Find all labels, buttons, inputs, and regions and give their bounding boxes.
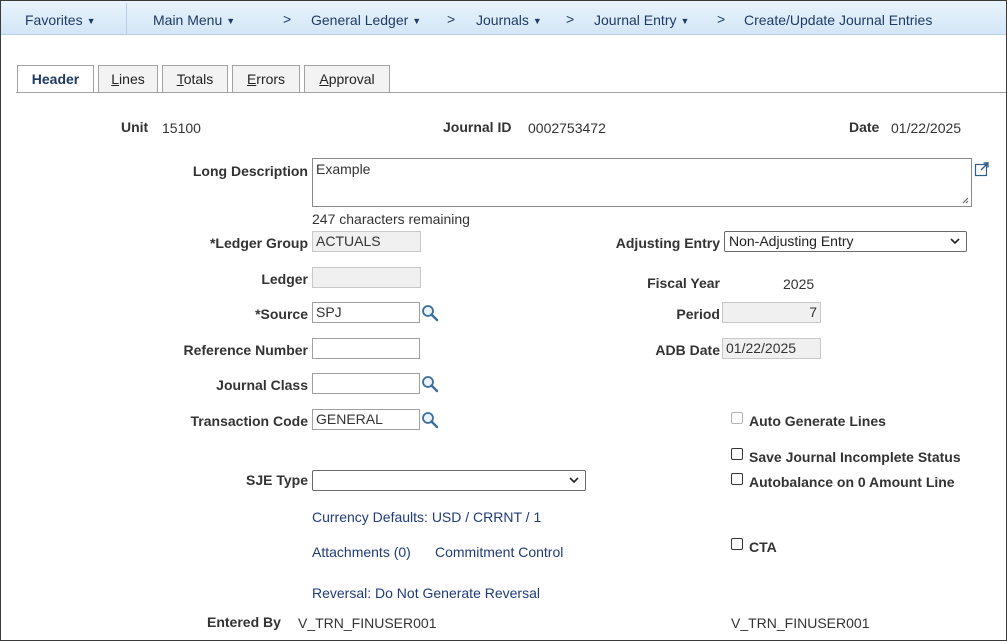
lookup-icon[interactable] xyxy=(421,375,439,393)
journals-label: Journals xyxy=(476,12,529,28)
main-menu-label: Main Menu xyxy=(153,12,223,28)
journal-id-label: Journal ID xyxy=(443,119,512,135)
period-label: Period xyxy=(676,306,720,322)
commitment-control-link[interactable]: Commitment Control xyxy=(435,544,563,560)
tab-errors[interactable]: Errors xyxy=(232,65,300,92)
general-ledger-menu[interactable]: General Ledger ▼ xyxy=(311,12,421,28)
tab-errors-label: rrors xyxy=(256,71,286,87)
date-value: 01/22/2025 xyxy=(891,120,962,136)
unit-label: Unit xyxy=(121,119,149,135)
breadcrumb-separator: > xyxy=(447,11,456,27)
favorites-label: Favorites xyxy=(25,12,83,28)
chevron-down-icon: ▼ xyxy=(532,16,542,26)
save-incomplete-label: Save Journal Incomplete Status xyxy=(749,449,961,465)
breadcrumb-separator: > xyxy=(283,11,292,27)
chevron-down-icon: ▼ xyxy=(86,16,96,26)
reference-number-input[interactable] xyxy=(312,338,420,359)
tab-errors-accesskey: E xyxy=(246,71,257,87)
tab-lines[interactable]: Lines xyxy=(98,65,158,92)
tab-lines-accesskey: L xyxy=(111,71,120,87)
chevron-down-icon xyxy=(569,477,579,484)
chevron-down-icon: ▼ xyxy=(226,16,236,26)
reversal-link[interactable]: Reversal: Do Not Generate Reversal xyxy=(312,585,540,601)
autobalance-checkbox[interactable] xyxy=(731,473,743,485)
breadcrumb-separator: > xyxy=(566,11,575,27)
journal-entry-label: Journal Entry xyxy=(594,12,677,28)
journal-entry-menu[interactable]: Journal Entry ▼ xyxy=(594,12,689,28)
unit-value: 15100 xyxy=(162,120,201,136)
favorites-menu[interactable]: Favorites ▼ xyxy=(25,12,96,28)
auto-generate-lines-label: Auto Generate Lines xyxy=(749,413,886,429)
lookup-icon[interactable] xyxy=(421,304,439,322)
cta-checkbox[interactable] xyxy=(731,538,743,550)
date-label: Date xyxy=(849,119,880,135)
attachments-link[interactable]: Attachments (0) xyxy=(312,544,411,560)
cta-label: CTA xyxy=(749,539,777,555)
auto-generate-lines-checkbox[interactable] xyxy=(731,412,743,424)
sje-type-label: SJE Type xyxy=(246,472,308,488)
journal-class-label: Journal Class xyxy=(216,377,308,393)
entered-by-name: V_TRN_FINUSER001 xyxy=(731,615,870,631)
breadcrumb: Favorites ▼ Main Menu ▼ > General Ledger ▼ … xyxy=(1,1,1006,35)
journals-menu[interactable]: Journals ▼ xyxy=(476,12,542,28)
resize-grip-icon[interactable] xyxy=(962,197,969,204)
entered-by-value: V_TRN_FINUSER001 xyxy=(298,615,437,631)
tab-approval-accesskey: A xyxy=(319,71,329,87)
tab-approval-label: pproval xyxy=(328,71,375,87)
save-incomplete-checkbox[interactable] xyxy=(731,448,743,460)
adb-date-label: ADB Date xyxy=(655,342,720,358)
lookup-icon[interactable] xyxy=(421,411,439,429)
journal-class-input[interactable] xyxy=(312,373,420,394)
adjusting-entry-value: Non-Adjusting Entry xyxy=(729,233,854,249)
general-ledger-label: General Ledger xyxy=(311,12,409,28)
transaction-code-input[interactable]: GENERAL xyxy=(312,409,420,430)
chevron-down-icon: ▼ xyxy=(412,16,422,26)
ledger-label: Ledger xyxy=(261,271,308,287)
expand-icon[interactable] xyxy=(974,161,990,177)
fiscal-year-label: Fiscal Year xyxy=(647,275,720,291)
tab-underline xyxy=(16,92,1006,93)
tab-lines-label: ines xyxy=(119,71,145,87)
journal-id-value: 0002753472 xyxy=(528,120,606,136)
period-field[interactable]: 7 xyxy=(722,302,821,323)
adjusting-entry-select[interactable]: Non-Adjusting Entry xyxy=(724,231,967,252)
breadcrumb-current[interactable]: Create/Update Journal Entries xyxy=(744,12,932,28)
chevron-down-icon xyxy=(950,238,960,245)
source-input[interactable]: SPJ xyxy=(312,302,420,323)
long-description-label: Long Description xyxy=(192,163,308,179)
chevron-down-icon: ▼ xyxy=(680,16,690,26)
fiscal-year-value: 2025 xyxy=(783,276,815,292)
tab-totals[interactable]: Totals xyxy=(162,65,228,92)
autobalance-label: Autobalance on 0 Amount Line xyxy=(749,474,955,490)
ledger-field[interactable] xyxy=(312,267,421,288)
chars-remaining: 247 characters remaining xyxy=(312,211,470,227)
tab-header[interactable]: Header xyxy=(17,65,94,93)
entered-by-label: Entered By xyxy=(207,614,281,630)
transaction-code-label: Transaction Code xyxy=(190,413,308,429)
adjusting-entry-label: Adjusting Entry xyxy=(615,235,720,251)
breadcrumb-separator: > xyxy=(717,11,726,27)
sje-type-select[interactable] xyxy=(312,470,586,491)
adb-date-field[interactable]: 01/22/2025 xyxy=(722,338,821,359)
tab-approval[interactable]: Approval xyxy=(304,65,390,92)
reference-number-label: Reference Number xyxy=(183,342,309,358)
tab-totals-accesskey: T xyxy=(176,71,184,87)
main-menu[interactable]: Main Menu ▼ xyxy=(153,12,235,28)
long-description-value: Example xyxy=(316,161,371,177)
currency-defaults-link[interactable]: Currency Defaults: USD / CRRNT / 1 xyxy=(312,509,541,525)
tab-header-label: Header xyxy=(31,71,80,87)
tab-totals-label: otals xyxy=(183,71,214,87)
ledger-group-field[interactable]: ACTUALS xyxy=(312,231,421,252)
long-description-textarea[interactable]: Example xyxy=(312,158,972,207)
ledger-group-label: *Ledger Group xyxy=(209,235,308,251)
divider xyxy=(126,3,127,34)
source-label: *Source xyxy=(255,306,308,322)
